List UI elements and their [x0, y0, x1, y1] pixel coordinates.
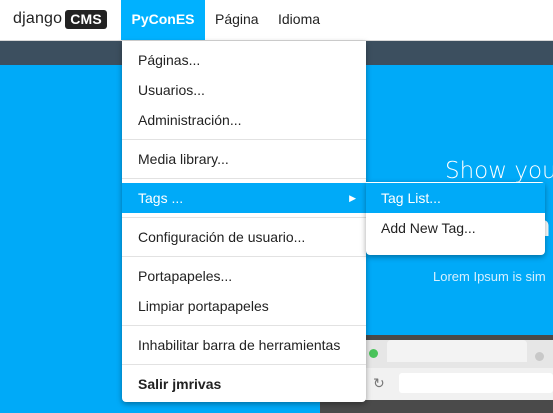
menu-item-paginas[interactable]: Páginas...: [122, 45, 366, 75]
window-dot-icon: [369, 349, 378, 358]
hero-subtitle: Lorem Ipsum is sim: [433, 269, 546, 284]
menu-item-media-library[interactable]: Media library...: [122, 144, 366, 174]
submenu-item-tag-list[interactable]: Tag List...: [366, 183, 545, 213]
menu-divider: [122, 364, 366, 365]
menu-item-administracion[interactable]: Administración...: [122, 105, 366, 135]
menu-item-portapapeles[interactable]: Portapapeles...: [122, 261, 366, 291]
browser-mockup-url-field: [399, 373, 553, 393]
cms-toolbar: django CMS PyConES Página Idioma: [0, 0, 553, 41]
pycones-dropdown-menu: Páginas... Usuarios... Administración...…: [122, 41, 366, 402]
toolbar-menu-idioma[interactable]: Idioma: [278, 0, 320, 40]
menu-item-configuracion-usuario[interactable]: Configuración de usuario...: [122, 222, 366, 252]
menu-divider: [122, 217, 366, 218]
django-cms-logo[interactable]: django CMS: [13, 7, 107, 31]
browser-mockup-addressbar: ↻: [365, 368, 553, 400]
hero-title: Show you: [445, 158, 553, 184]
menu-item-inhabilitar-barra[interactable]: Inhabilitar barra de herramientas: [122, 330, 366, 360]
logo-text: django: [13, 10, 63, 27]
menu-divider: [122, 139, 366, 140]
menu-item-usuarios[interactable]: Usuarios...: [122, 75, 366, 105]
browser-mockup-tab: [387, 340, 527, 362]
logo-badge: CMS: [65, 9, 107, 29]
toolbar-menu-pagina[interactable]: Página: [215, 0, 259, 40]
browser-mockup-titlebar: [365, 340, 553, 368]
submenu-item-add-new-tag[interactable]: Add New Tag...: [366, 213, 545, 243]
menu-item-tags-label: Tags ...: [138, 190, 184, 206]
reload-icon: ↻: [373, 375, 385, 391]
toolbar-menu-pycones[interactable]: PyConES: [121, 0, 205, 40]
menu-divider: [122, 325, 366, 326]
menu-item-limpiar-portapapeles[interactable]: Limpiar portapapeles: [122, 291, 366, 321]
arrow-right-icon: ▶: [349, 193, 356, 203]
window-dot-icon: [535, 352, 544, 361]
menu-divider: [122, 178, 366, 179]
menu-item-tags[interactable]: Tags ... ▶: [122, 183, 366, 213]
menu-divider: [122, 256, 366, 257]
tags-submenu: Tag List... Add New Tag...: [366, 182, 545, 255]
menu-item-logout[interactable]: Salir jmrivas: [122, 369, 366, 399]
